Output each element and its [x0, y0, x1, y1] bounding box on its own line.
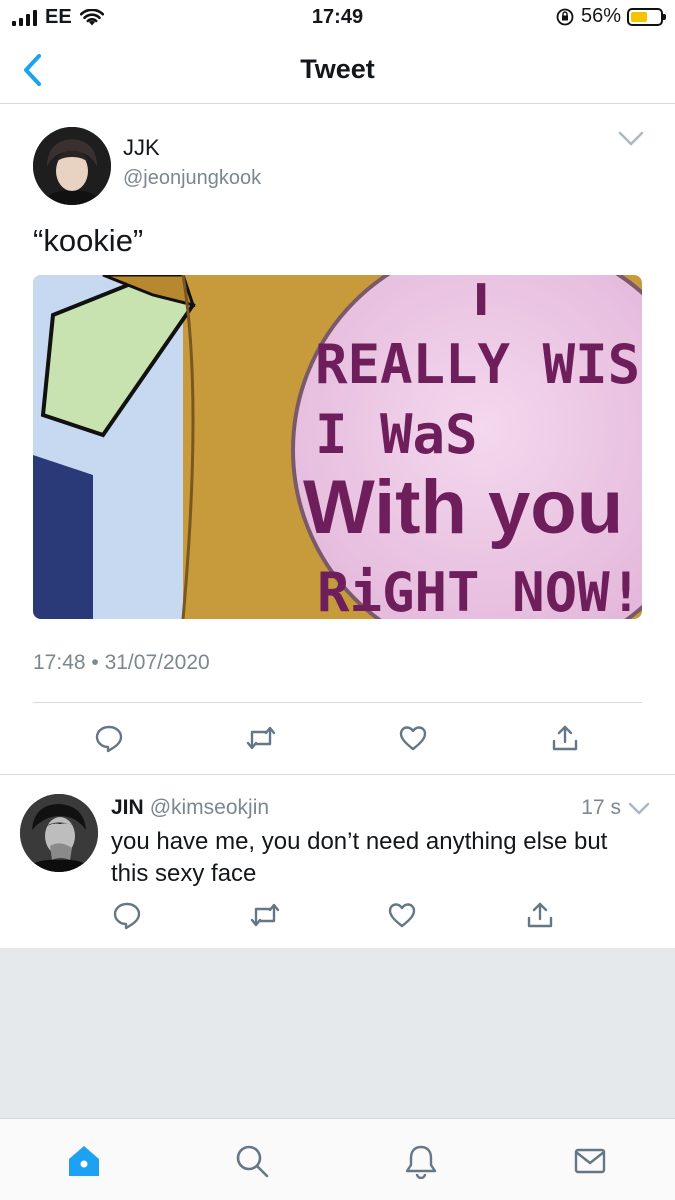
page-title: Tweet: [300, 54, 375, 84]
media-caption-line-4: With you: [303, 465, 623, 550]
tab-home[interactable]: [64, 1141, 104, 1181]
avatar-image: [20, 794, 98, 872]
tab-search[interactable]: [232, 1141, 272, 1181]
nav-bar: Tweet: [0, 36, 675, 104]
retweet-button[interactable]: [249, 900, 281, 930]
main-tweet: JJK @jeonjungkook “kookie” I REALLY WISH…: [0, 105, 675, 775]
tweet-actions: [0, 723, 675, 753]
like-icon: [399, 726, 427, 751]
reply-author-handle[interactable]: @kimseokjin: [150, 796, 269, 819]
reply-text: you have me, you don’t need anything els…: [111, 828, 608, 887]
reply-icon: [113, 902, 141, 930]
avatar[interactable]: [33, 127, 111, 205]
tab-notifications[interactable]: [401, 1141, 441, 1181]
share-button[interactable]: [524, 900, 556, 930]
reply-header: JIN @kimseokjin: [111, 796, 269, 820]
home-icon: [69, 1146, 99, 1176]
retweet-icon: [250, 903, 280, 927]
like-icon: [388, 903, 416, 928]
avatar[interactable]: [20, 794, 98, 872]
retweet-icon: [246, 726, 276, 750]
battery-fill: [631, 11, 647, 22]
retweet-button[interactable]: [245, 723, 277, 753]
reply-time: 17 s: [581, 796, 621, 819]
reply-actions: [0, 900, 675, 930]
share-icon: [552, 725, 578, 751]
tweet-media[interactable]: I REALLY WISH I WaS With you RiGHT NOW!: [33, 275, 642, 619]
tweet-timestamp: 17:48 • 31/07/2020: [33, 651, 210, 674]
media-caption-line-5: RiGHT NOW!: [317, 561, 642, 619]
chevron-down-icon[interactable]: [617, 129, 645, 149]
reply-tweet[interactable]: JIN @kimseokjin 17 s you have me, you don…: [0, 776, 675, 948]
author-name[interactable]: JJK: [123, 135, 160, 161]
media-image: I REALLY WISH I WaS With you RiGHT NOW!: [33, 275, 642, 619]
search-icon: [236, 1145, 269, 1178]
reply-author-name[interactable]: JIN: [111, 796, 144, 819]
battery-icon: [627, 7, 666, 26]
like-button[interactable]: [386, 900, 418, 930]
reply-button[interactable]: [111, 900, 143, 930]
avatar-image: [33, 127, 111, 205]
like-button[interactable]: [397, 723, 429, 753]
media-caption-line-2: REALLY WISH: [315, 333, 642, 396]
messages-icon: [574, 1148, 606, 1174]
status-bar: EE 17:49 56%: [0, 0, 675, 36]
chevron-down-icon[interactable]: [627, 800, 651, 818]
share-icon: [527, 902, 553, 928]
tweet-text: “kookie”: [33, 223, 144, 258]
status-right: 56%: [555, 5, 666, 28]
battery-percent: 56%: [580, 5, 621, 27]
reply-icon: [95, 725, 123, 753]
tab-bar: [0, 1118, 675, 1200]
lock-rotation-icon: [556, 8, 574, 25]
divider: [33, 702, 642, 703]
author-handle[interactable]: @jeonjungkook: [123, 167, 261, 190]
media-caption-line-3: I WaS: [315, 403, 478, 466]
empty-area: [0, 948, 675, 1118]
notifications-icon: [405, 1145, 437, 1179]
media-caption-line-1: I: [473, 275, 489, 326]
tab-messages[interactable]: [570, 1141, 610, 1181]
share-button[interactable]: [549, 723, 581, 753]
reply-button[interactable]: [93, 723, 125, 753]
